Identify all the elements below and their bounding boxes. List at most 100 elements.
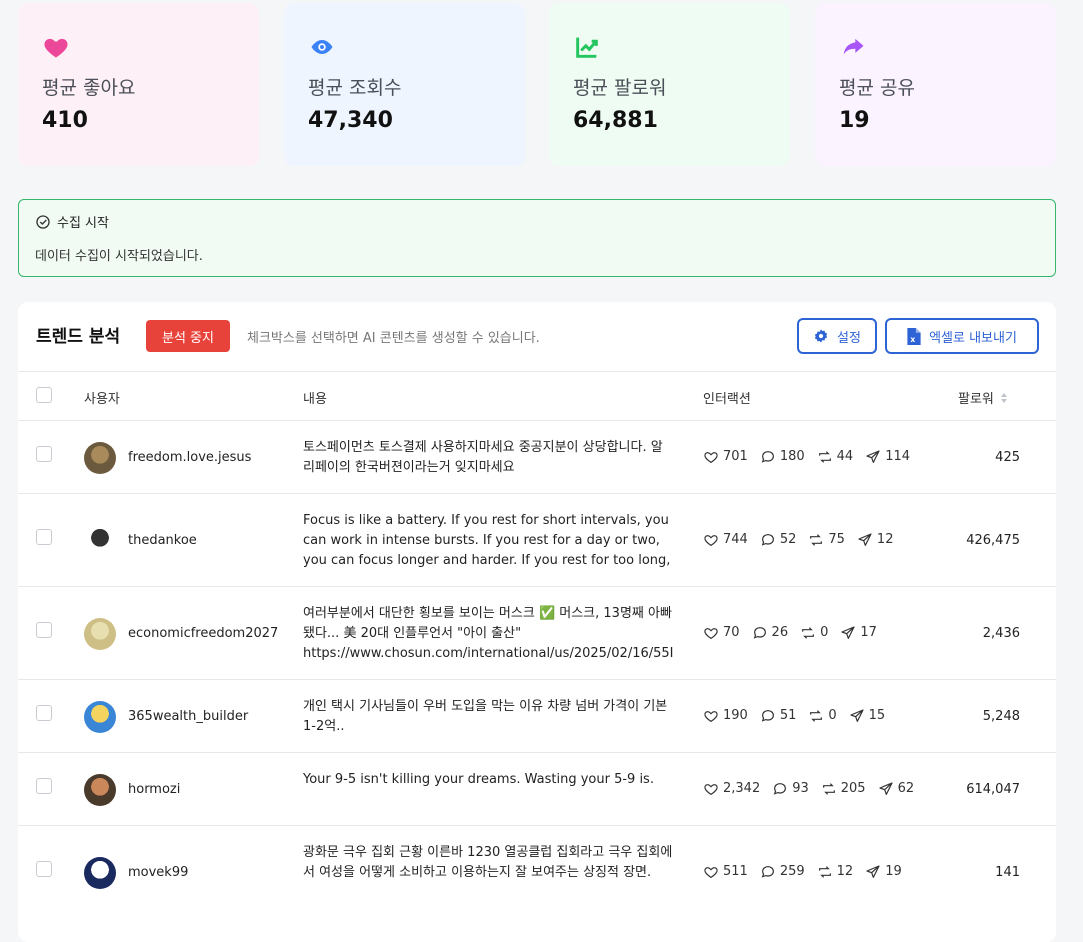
- settings-label: 설정: [837, 330, 861, 346]
- interaction-stats: 701 180 44 114: [703, 449, 922, 465]
- repost-icon: [818, 865, 831, 878]
- row-checkbox[interactable]: [36, 445, 52, 462]
- stat-card-views: 평균 조회수 47,340: [284, 3, 525, 166]
- repost-icon: [802, 626, 815, 639]
- shares-count: 17: [860, 625, 877, 640]
- reposts-count: 0: [820, 625, 829, 640]
- table-header-row: 사용자 내용 인터랙션 팔로워: [18, 371, 1056, 420]
- reposts-count: 0: [828, 708, 837, 723]
- alert-message: 데이터 수집이 시작되었습니다.: [35, 249, 203, 264]
- heart-icon: [704, 783, 718, 795]
- comment-icon: [761, 450, 774, 463]
- table-row: 365wealth_builder 개인 택시 기사님들이 우버 도입을 막는 이…: [18, 679, 1056, 752]
- comment-icon: [753, 626, 766, 639]
- comment-icon: [761, 709, 774, 722]
- row-checkbox[interactable]: [36, 777, 52, 794]
- comments-count: 52: [779, 532, 797, 547]
- avatar: [84, 441, 116, 474]
- followers-count: 425: [995, 449, 1020, 465]
- eye-icon: [311, 40, 333, 54]
- select-all-checkbox[interactable]: [36, 387, 52, 403]
- shares-stat: 17: [840, 625, 877, 641]
- likes-count: 744: [723, 532, 748, 547]
- post-content: Focus is like a battery. If you rest for…: [303, 512, 671, 568]
- comments-count: 180: [779, 449, 805, 464]
- repost-icon: [810, 533, 823, 546]
- header-followers[interactable]: 팔로워: [958, 388, 1008, 407]
- panel-header: 트렌드 분석 분석 중지 체크박스를 선택하면 AI 콘텐츠를 생성할 수 있습…: [18, 302, 1056, 370]
- shares-count: 114: [885, 449, 911, 464]
- trend-panel: 트렌드 분석 분석 중지 체크박스를 선택하면 AI 콘텐츠를 생성할 수 있습…: [18, 302, 1056, 942]
- comments-stat: 93: [772, 781, 809, 797]
- likes-stat: 744: [703, 532, 748, 548]
- send-icon: [858, 532, 872, 546]
- panel-hint: 체크박스를 선택하면 AI 콘텐츠를 생성할 수 있습니다.: [247, 331, 540, 346]
- gear-icon: [814, 329, 828, 343]
- avatar: [84, 773, 116, 806]
- reposts-stat: 12: [817, 864, 853, 880]
- comments-stat: 52: [760, 532, 797, 548]
- stat-card-likes: 평균 좋아요 410: [18, 3, 259, 166]
- interaction-stats: 70 26 0 17: [703, 625, 889, 641]
- stat-label: 평균 팔로워: [573, 77, 667, 99]
- username[interactable]: thedankoe: [128, 533, 197, 548]
- comment-icon: [761, 865, 774, 878]
- row-checkbox[interactable]: [36, 704, 52, 721]
- shares-stat: 15: [849, 708, 886, 724]
- username[interactable]: economicfreedom2027: [128, 626, 278, 641]
- likes-count: 190: [723, 708, 748, 723]
- settings-button[interactable]: 설정: [797, 318, 877, 354]
- likes-count: 2,342: [723, 781, 761, 796]
- likes-stat: 70: [703, 625, 740, 641]
- followers-count: 614,047: [966, 781, 1020, 797]
- row-checkbox[interactable]: [36, 860, 52, 877]
- likes-count: 70: [723, 625, 740, 640]
- username[interactable]: hormozi: [128, 782, 180, 797]
- repost-icon: [810, 709, 823, 722]
- shares-count: 15: [868, 708, 886, 723]
- shares-count: 12: [876, 532, 894, 547]
- header-user: 사용자: [84, 392, 120, 407]
- alert-title: 수집 시작: [57, 216, 109, 231]
- stat-card-followers: 평균 팔로워 64,881: [549, 3, 790, 166]
- heart-icon: [704, 710, 718, 722]
- table-row: freedom.love.jesus 토스페이먼츠 토스결제 사용하지마세요 중공…: [18, 420, 1056, 493]
- stop-analysis-button[interactable]: 분석 중지: [146, 320, 230, 352]
- username[interactable]: freedom.love.jesus: [128, 450, 251, 465]
- row-checkbox[interactable]: [36, 528, 52, 545]
- post-content: Your 9-5 isn't killing your dreams. Wast…: [303, 771, 654, 787]
- heart-icon: [704, 866, 718, 878]
- reposts-stat: 205: [821, 781, 866, 797]
- header-followers-label: 팔로워: [958, 392, 994, 407]
- export-excel-button[interactable]: x 엑셀로 내보내기: [885, 318, 1039, 354]
- followers-count: 2,436: [982, 625, 1020, 641]
- interaction-stats: 190 51 0 15: [703, 708, 897, 724]
- trend-chart-icon: [576, 37, 598, 58]
- followers-count: 5,248: [982, 708, 1020, 724]
- repost-icon: [822, 782, 835, 795]
- username[interactable]: 365wealth_builder: [128, 709, 248, 724]
- send-icon: [866, 864, 880, 878]
- comments-count: 93: [792, 781, 809, 796]
- username[interactable]: movek99: [128, 865, 188, 880]
- reposts-stat: 75: [808, 532, 845, 548]
- comments-count: 26: [771, 625, 789, 640]
- stat-card-shares: 평균 공유 19: [815, 3, 1056, 166]
- row-checkbox[interactable]: [36, 621, 52, 638]
- reposts-count: 75: [828, 532, 845, 547]
- likes-count: 511: [723, 864, 748, 879]
- stat-label: 평균 좋아요: [42, 77, 136, 99]
- sort-icon: [1000, 392, 1007, 403]
- comments-stat: 180: [760, 449, 805, 465]
- table-row: hormozi Your 9-5 isn't killing your dream…: [18, 752, 1056, 825]
- avatar: [84, 524, 116, 557]
- stat-value: 410: [42, 108, 88, 133]
- shares-stat: 19: [865, 864, 902, 880]
- shares-stat: 114: [865, 449, 910, 465]
- avatar: [84, 856, 116, 889]
- shares-stat: 62: [878, 781, 914, 797]
- reposts-stat: 44: [817, 449, 853, 465]
- excel-file-icon: x: [907, 327, 921, 345]
- likes-stat: 511: [703, 864, 748, 880]
- send-icon: [850, 708, 864, 722]
